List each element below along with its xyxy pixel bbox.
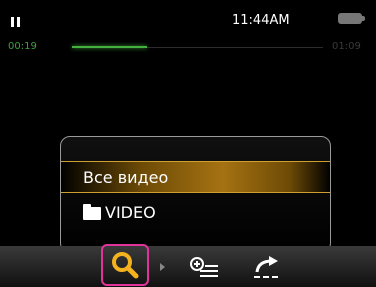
search-button[interactable] (101, 244, 149, 286)
status-bar: 11:44AM (0, 0, 376, 30)
folder-icon (83, 203, 101, 220)
elapsed-time: 00:19 (8, 41, 37, 52)
share-icon[interactable] (252, 256, 282, 280)
menu-item-video-folder[interactable]: VIDEO (61, 197, 330, 229)
clock: 11:44AM (232, 13, 290, 28)
battery-icon (338, 13, 365, 24)
playback-progress: 00:19 01:09 (0, 36, 376, 56)
bottom-toolbar (0, 246, 376, 287)
video-menu: Все видео VIDEO (60, 136, 331, 253)
chevron-right-icon (160, 263, 165, 271)
pause-icon (11, 17, 21, 27)
total-time: 01:09 (332, 41, 361, 52)
search-icon (112, 252, 139, 279)
menu-item-all-videos[interactable]: Все видео (61, 161, 330, 193)
add-to-list-icon[interactable] (190, 257, 220, 279)
progress-track[interactable] (72, 46, 323, 48)
menu-item-label: Все видео (83, 168, 169, 187)
menu-item-label: VIDEO (105, 203, 156, 222)
progress-fill (72, 46, 148, 48)
